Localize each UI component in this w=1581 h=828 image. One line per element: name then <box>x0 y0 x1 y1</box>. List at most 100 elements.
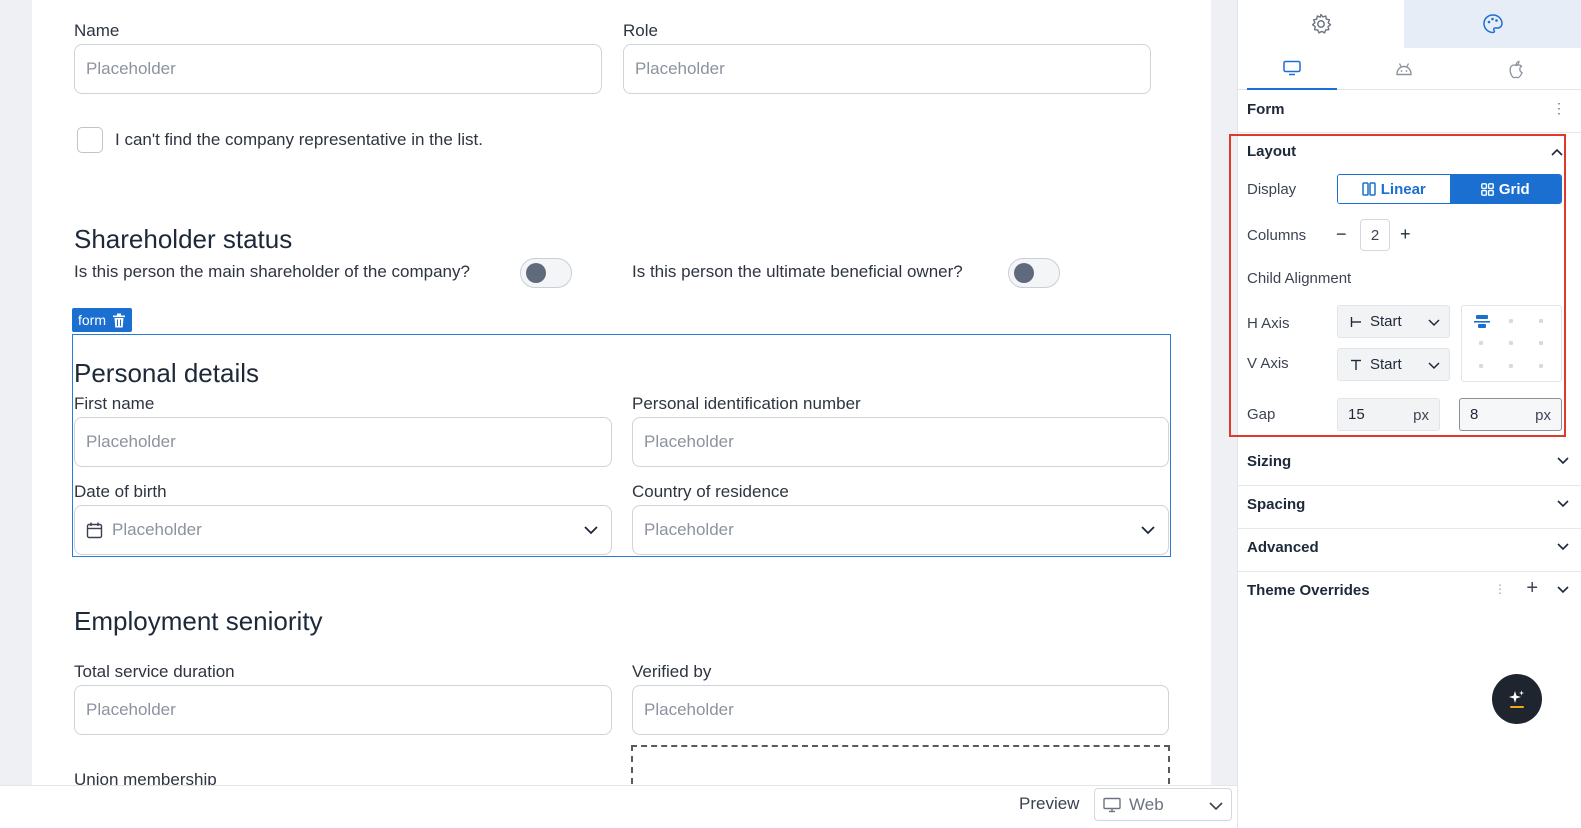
layout-section-title: Layout <box>1247 143 1297 160</box>
h-axis-select[interactable]: Start <box>1337 305 1450 338</box>
ai-assist-button[interactable] <box>1492 674 1542 724</box>
tab-desktop[interactable] <box>1247 48 1337 90</box>
align-dot[interactable] <box>1509 341 1513 345</box>
h-axis-value: Start <box>1370 313 1402 330</box>
preview-label: Preview <box>1019 794 1080 813</box>
v-axis-value: Start <box>1370 356 1402 373</box>
builder-canvas: Name Placeholder Role Placeholder I can'… <box>0 0 1237 828</box>
company-rep-checkbox-label: I can't find the company representative … <box>115 130 483 149</box>
align-dot[interactable] <box>1509 319 1513 323</box>
tab-styles[interactable] <box>1404 0 1581 48</box>
chevron-down-icon <box>1557 457 1569 465</box>
columns-decrement-button[interactable]: − <box>1336 224 1347 245</box>
section-form-title: Form <box>1247 101 1285 118</box>
align-dot[interactable] <box>1539 341 1543 345</box>
kebab-menu-icon[interactable]: ⋮ <box>1494 582 1506 596</box>
verified-by-input[interactable]: Placeholder <box>632 685 1169 735</box>
sparkle-icon <box>1509 690 1524 708</box>
section-advanced[interactable]: Advanced <box>1238 529 1581 572</box>
gap-horizontal-unit: px <box>1413 407 1429 424</box>
add-override-button[interactable]: + <box>1526 577 1538 600</box>
role-label: Role <box>623 21 658 40</box>
section-theme-overrides[interactable]: Theme Overrides ⋮ + <box>1238 572 1581 615</box>
main-shareholder-toggle[interactable] <box>520 258 572 288</box>
platform-select[interactable]: Web <box>1094 788 1232 821</box>
section-spacing[interactable]: Spacing <box>1238 486 1581 529</box>
columns-value[interactable]: 2 <box>1360 219 1390 251</box>
trash-icon[interactable] <box>112 313 126 328</box>
beneficial-owner-question: Is this person the ultimate beneficial o… <box>632 262 963 281</box>
gap-vertical-value: 8 <box>1470 406 1479 423</box>
device-tabs <box>1238 48 1581 90</box>
align-top-left-icon[interactable] <box>1473 313 1491 331</box>
h-axis-label: H Axis <box>1247 315 1290 332</box>
role-placeholder: Placeholder <box>635 59 725 78</box>
toggle-knob <box>1014 263 1034 283</box>
chevron-down-icon <box>1557 500 1569 508</box>
align-dot[interactable] <box>1539 319 1543 323</box>
toggle-knob <box>526 263 546 283</box>
union-membership-label: Union membership <box>74 770 217 785</box>
columns-label: Columns <box>1247 227 1307 244</box>
columns-icon <box>1361 182 1376 196</box>
name-placeholder: Placeholder <box>86 59 176 78</box>
grid-icon <box>1480 182 1494 196</box>
chevron-down-icon <box>1209 802 1223 811</box>
align-start-v-icon <box>1351 359 1361 370</box>
name-label: Name <box>74 21 120 40</box>
align-start-h-icon <box>1350 316 1361 327</box>
desktop-icon <box>1283 60 1301 76</box>
form-tag-label: form <box>78 312 106 328</box>
gear-icon <box>1311 13 1332 34</box>
display-linear-button[interactable]: Linear <box>1338 175 1450 203</box>
child-alignment-label: Child Alignment <box>1247 270 1352 287</box>
section-form[interactable]: Form ⋮ <box>1238 90 1581 133</box>
properties-panel: Form ⋮ Layout Display Linear Grid Column… <box>1229 0 1581 828</box>
section-sizing[interactable]: Sizing <box>1238 443 1581 486</box>
apple-icon <box>1509 60 1523 78</box>
chevron-down-icon <box>1428 319 1440 327</box>
display-toggle: Linear Grid <box>1337 174 1562 204</box>
display-linear-label: Linear <box>1380 180 1426 198</box>
tab-android[interactable] <box>1359 48 1449 90</box>
tab-settings[interactable] <box>1238 0 1404 48</box>
gap-horizontal-value: 15 <box>1348 406 1365 423</box>
section-spacing-title: Spacing <box>1247 496 1306 513</box>
employment-heading: Employment seniority <box>74 606 323 636</box>
gap-horizontal-input[interactable]: 15 px <box>1337 398 1440 431</box>
beneficial-owner-toggle[interactable] <box>1008 258 1060 288</box>
section-sizing-title: Sizing <box>1247 453 1292 470</box>
shareholder-heading: Shareholder status <box>74 224 293 254</box>
company-rep-checkbox[interactable] <box>77 127 103 153</box>
kebab-menu-icon[interactable]: ⋮ <box>1552 100 1566 117</box>
gap-label: Gap <box>1247 406 1276 423</box>
alignment-matrix[interactable] <box>1461 305 1562 382</box>
verified-by-label: Verified by <box>632 662 712 681</box>
chevron-up-icon[interactable] <box>1550 145 1564 159</box>
tab-ios[interactable] <box>1471 48 1561 90</box>
android-icon <box>1396 63 1412 76</box>
role-input[interactable]: Placeholder <box>623 44 1151 94</box>
align-dot[interactable] <box>1479 364 1483 368</box>
align-dot[interactable] <box>1509 364 1513 368</box>
v-axis-label: V Axis <box>1247 355 1289 372</box>
verified-by-placeholder: Placeholder <box>644 700 734 719</box>
display-grid-label: Grid <box>1498 180 1530 198</box>
gap-vertical-input[interactable]: 8 px <box>1459 398 1562 431</box>
v-axis-select[interactable]: Start <box>1337 348 1450 381</box>
align-dot[interactable] <box>1539 364 1543 368</box>
form-tag[interactable]: form <box>72 308 132 332</box>
platform-value: Web <box>1129 794 1164 814</box>
selected-form-outline[interactable] <box>72 334 1171 557</box>
desktop-icon <box>1103 797 1121 812</box>
display-grid-button[interactable]: Grid <box>1449 175 1561 203</box>
section-advanced-title: Advanced <box>1247 539 1319 556</box>
chevron-down-icon <box>1557 543 1569 551</box>
columns-increment-button[interactable]: + <box>1400 224 1411 245</box>
align-dot[interactable] <box>1479 341 1483 345</box>
service-duration-placeholder: Placeholder <box>86 700 176 719</box>
service-duration-label: Total service duration <box>74 662 235 681</box>
service-duration-input[interactable]: Placeholder <box>74 685 612 735</box>
name-input[interactable]: Placeholder <box>74 44 602 94</box>
palette-icon <box>1483 14 1503 34</box>
